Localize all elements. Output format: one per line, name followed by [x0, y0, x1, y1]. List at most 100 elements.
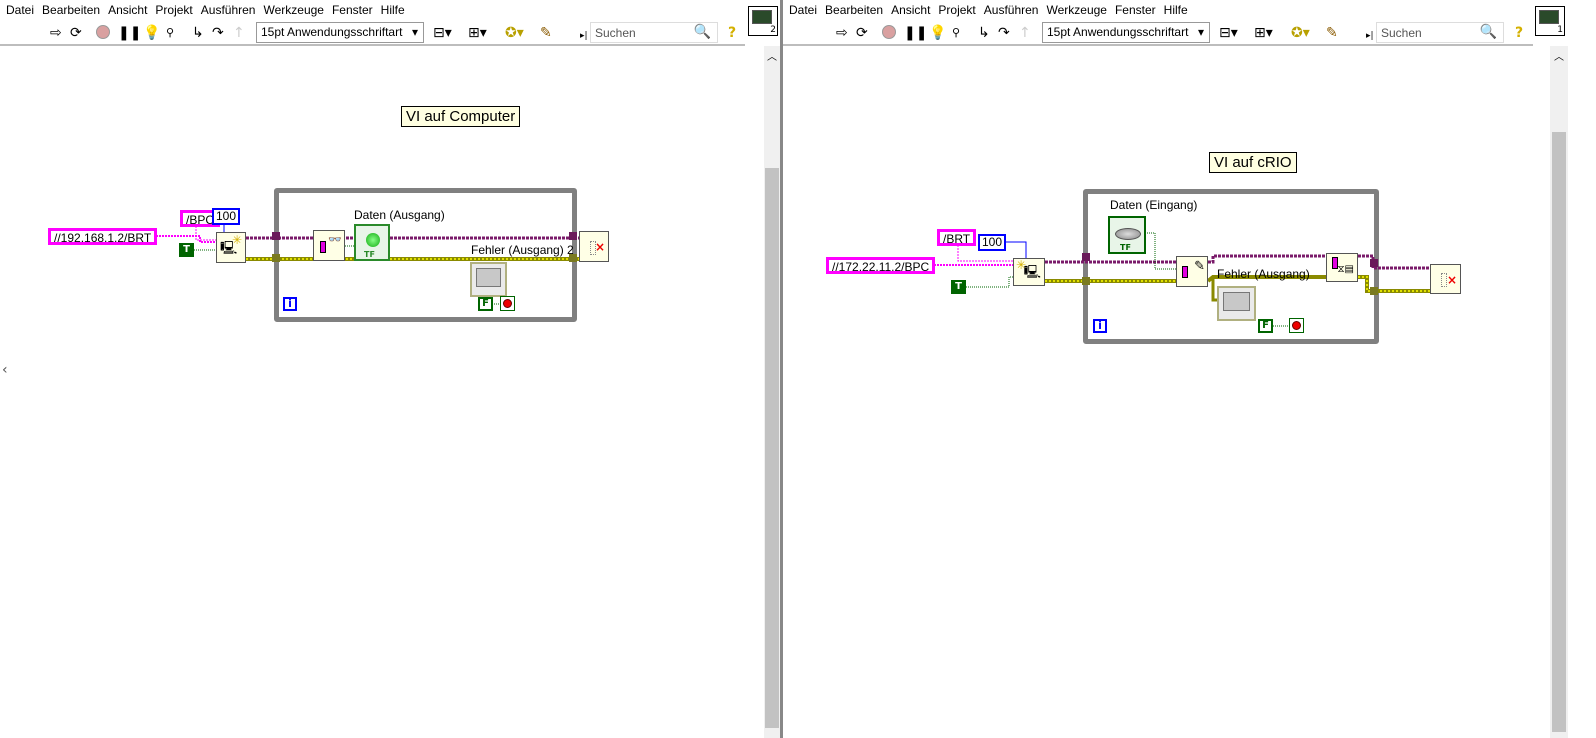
close-connection-node[interactable]: ×	[579, 231, 609, 262]
scroll-up-icon[interactable]: ︿	[767, 48, 777, 63]
wires	[147, 225, 579, 305]
menu-fenster[interactable]: Fenster	[1113, 3, 1162, 17]
menu-ansicht[interactable]: Ansicht	[106, 3, 153, 17]
menu-projekt[interactable]: Projekt	[936, 3, 981, 17]
scroll-up-icon[interactable]: ︿	[1554, 48, 1564, 63]
menu-ausfuehren[interactable]: Ausführen	[982, 3, 1045, 17]
step-into-icon[interactable]: ↳	[192, 25, 204, 41]
highlight-execution-icon[interactable]: 💡	[143, 25, 160, 41]
iteration-terminal: i	[1093, 319, 1107, 333]
hourglass-icon: ⧖▤	[1337, 264, 1354, 275]
menubar: Datei Bearbeiten Ansicht Projekt Ausführ…	[783, 0, 1194, 19]
run-continuously-icon[interactable]: ⟳	[856, 25, 868, 41]
button-icon	[1115, 228, 1141, 240]
url-string-constant[interactable]: //192.168.1.2/BRT	[48, 228, 158, 245]
run-continuously-icon[interactable]: ⟳	[70, 25, 82, 41]
read-node[interactable]: 👓	[313, 230, 345, 261]
retain-wire-values-icon[interactable]: ⚲	[166, 25, 174, 41]
name-string-constant[interactable]: /BRT	[937, 229, 977, 246]
false-constant[interactable]: F	[478, 297, 493, 311]
glasses-icon: 👓	[328, 233, 342, 246]
open-connection-node[interactable]: 🖳 ✳	[216, 232, 246, 263]
run-icon[interactable]: ⇨	[836, 25, 848, 41]
menu-werkzeuge[interactable]: Werkzeuge	[1044, 3, 1112, 17]
scrollbar-thumb[interactable]	[1552, 132, 1566, 732]
font-dropdown[interactable]: 15pt Anwendungsschriftart ▾	[256, 22, 424, 43]
toolbar: ⇨ ⟳ ❚❚ 💡 ⚲ ↳ ↷ ↑ 15pt Anwendungsschrifta…	[783, 20, 1533, 46]
help-icon[interactable]: ?	[1515, 25, 1523, 41]
right-block-diagram-window: Datei Bearbeiten Ansicht Projekt Ausführ…	[783, 0, 1596, 738]
vertical-scrollbar[interactable]: ︿	[764, 46, 780, 738]
data-input-label: Daten (Eingang)	[1110, 198, 1198, 212]
title-label: VI auf Computer	[401, 106, 521, 127]
true-constant[interactable]: T	[951, 280, 966, 294]
menu-projekt[interactable]: Projekt	[153, 3, 198, 17]
menu-hilfe[interactable]: Hilfe	[379, 3, 411, 17]
distribute-objects-icon[interactable]: ⊞▾	[468, 25, 487, 41]
vi-icon[interactable]: 1	[1535, 6, 1565, 36]
flush-node[interactable]: ⧖▤	[1326, 253, 1358, 282]
scroll-left-icon[interactable]: ‹	[2, 362, 8, 378]
error-output-label: Fehler (Ausgang) 2	[471, 243, 574, 257]
close-x-icon: ×	[1446, 273, 1457, 287]
stop-condition-icon[interactable]	[500, 296, 515, 311]
search-input[interactable]: Suchen 🔍	[590, 22, 718, 43]
menu-bearbeiten[interactable]: Bearbeiten	[823, 3, 889, 17]
distribute-objects-icon[interactable]: ⊞▾	[1254, 25, 1273, 41]
retain-wire-values-icon[interactable]: ⚲	[952, 25, 960, 41]
write-node[interactable]: ✎	[1176, 256, 1208, 287]
open-connection-node[interactable]: 🖳 ✳	[1013, 258, 1045, 286]
highlight-execution-icon[interactable]: 💡	[929, 25, 946, 41]
reorder-icon[interactable]: ✪▾	[1291, 25, 1310, 41]
menu-datei[interactable]: Datei	[787, 3, 823, 17]
reorder-icon[interactable]: ✪▾	[505, 25, 524, 41]
clean-up-diagram-icon[interactable]: ✎	[540, 25, 552, 41]
vertical-scrollbar[interactable]: ︿	[1550, 46, 1568, 738]
search-input[interactable]: Suchen 🔍	[1376, 22, 1504, 43]
search-icon[interactable]: 🔍	[1480, 23, 1497, 40]
pause-icon[interactable]: ❚❚	[904, 25, 927, 41]
false-constant[interactable]: F	[1258, 319, 1273, 333]
step-out-icon[interactable]: ↑	[1019, 25, 1031, 41]
error-cluster-indicator[interactable]	[470, 262, 507, 297]
pause-icon[interactable]: ❚❚	[118, 25, 141, 41]
menubar: Datei Bearbeiten Ansicht Projekt Ausführ…	[0, 0, 411, 19]
wires	[919, 232, 1430, 327]
menu-ansicht[interactable]: Ansicht	[889, 3, 936, 17]
step-into-icon[interactable]: ↳	[978, 25, 990, 41]
timeout-constant[interactable]: 100	[212, 208, 241, 225]
scrollbar-thumb[interactable]	[765, 168, 779, 728]
step-out-icon[interactable]: ↑	[233, 25, 245, 41]
error-cluster-indicator[interactable]	[1217, 286, 1256, 321]
boolean-control[interactable]: TF	[1108, 216, 1146, 254]
step-over-icon[interactable]: ↷	[212, 25, 224, 41]
search-expand-icon[interactable]: ▸|	[1366, 28, 1374, 44]
close-connection-node[interactable]: ×	[1430, 264, 1461, 294]
help-icon[interactable]: ?	[728, 25, 736, 41]
clean-up-diagram-icon[interactable]: ✎	[1326, 25, 1338, 41]
font-dropdown[interactable]: 15pt Anwendungsschriftart ▾	[1042, 22, 1210, 43]
abort-icon[interactable]	[882, 25, 896, 39]
toolbar: ⇨ ⟳ ❚❚ 💡 ⚲ ↳ ↷ ↑ 15pt Anwendungsschrifta…	[0, 20, 745, 46]
led-indicator[interactable]: TF	[354, 224, 390, 261]
align-objects-icon[interactable]: ⊟▾	[433, 25, 452, 41]
title-label: VI auf cRIO	[1209, 152, 1297, 173]
error-output-label: Fehler (Ausgang)	[1217, 267, 1310, 281]
search-expand-icon[interactable]: ▸|	[580, 28, 588, 44]
menu-werkzeuge[interactable]: Werkzeuge	[261, 3, 329, 17]
menu-ausfuehren[interactable]: Ausführen	[199, 3, 262, 17]
menu-bearbeiten[interactable]: Bearbeiten	[40, 3, 106, 17]
menu-fenster[interactable]: Fenster	[330, 3, 379, 17]
align-objects-icon[interactable]: ⊟▾	[1219, 25, 1238, 41]
search-icon[interactable]: 🔍	[694, 23, 711, 40]
run-icon[interactable]: ⇨	[50, 25, 62, 41]
url-string-constant[interactable]: //172.22.11.2/BPC	[826, 257, 936, 274]
step-over-icon[interactable]: ↷	[998, 25, 1010, 41]
stop-condition-icon[interactable]	[1289, 318, 1304, 333]
timeout-constant[interactable]: 100	[978, 234, 1007, 251]
menu-datei[interactable]: Datei	[4, 3, 40, 17]
abort-icon[interactable]	[96, 25, 110, 39]
vi-icon[interactable]: 2	[748, 6, 778, 36]
menu-hilfe[interactable]: Hilfe	[1162, 3, 1194, 17]
true-constant[interactable]: T	[179, 243, 194, 257]
